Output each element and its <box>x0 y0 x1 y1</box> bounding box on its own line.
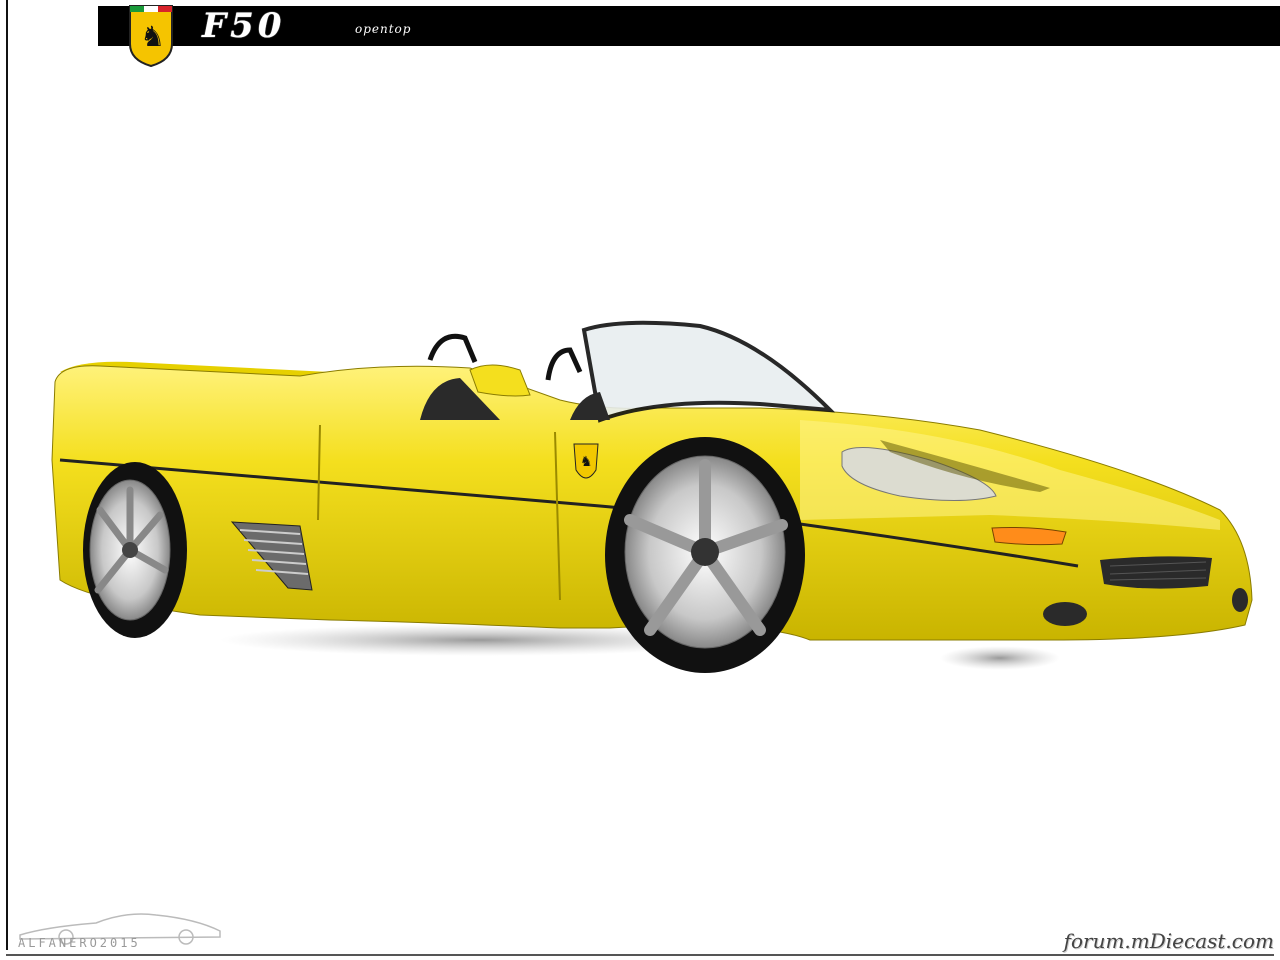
bottom-border <box>6 954 1274 956</box>
watermark-left: ALFANERO2015 <box>18 936 141 950</box>
svg-text:♞: ♞ <box>580 454 593 470</box>
left-border <box>6 0 8 950</box>
car-photo: ♞ <box>51 320 1253 673</box>
photo-frame: ♞ ♞ F50 opentop ALFANERO2015 forum.mDiec… <box>0 0 1280 960</box>
watermark-right: forum.mDiecast.com <box>1063 929 1274 953</box>
page-subtitle: opentop <box>355 22 412 36</box>
svg-text:♞: ♞ <box>140 20 165 53</box>
prancing-horse-shield-icon: ♞ <box>129 5 173 68</box>
page-title: F50 <box>202 6 286 46</box>
